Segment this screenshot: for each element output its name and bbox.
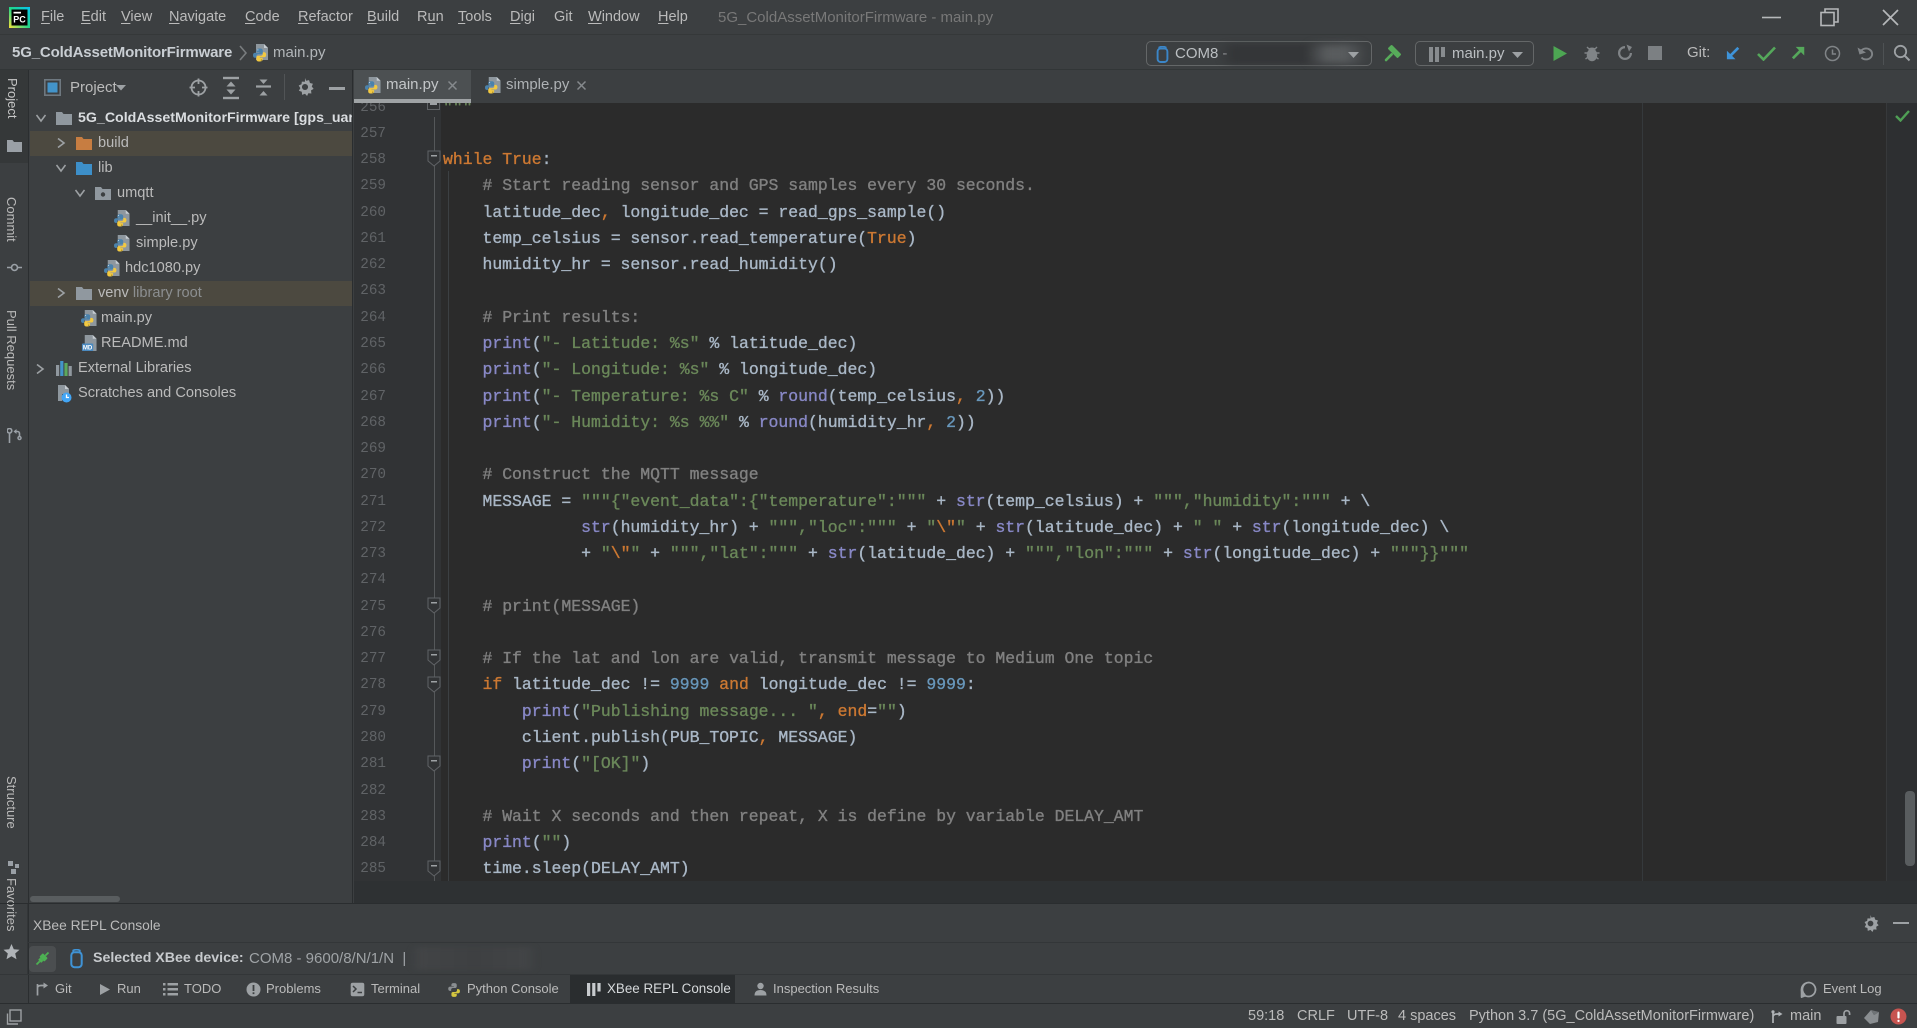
svg-text:PC: PC (13, 15, 26, 25)
svg-text:MD: MD (83, 345, 93, 352)
